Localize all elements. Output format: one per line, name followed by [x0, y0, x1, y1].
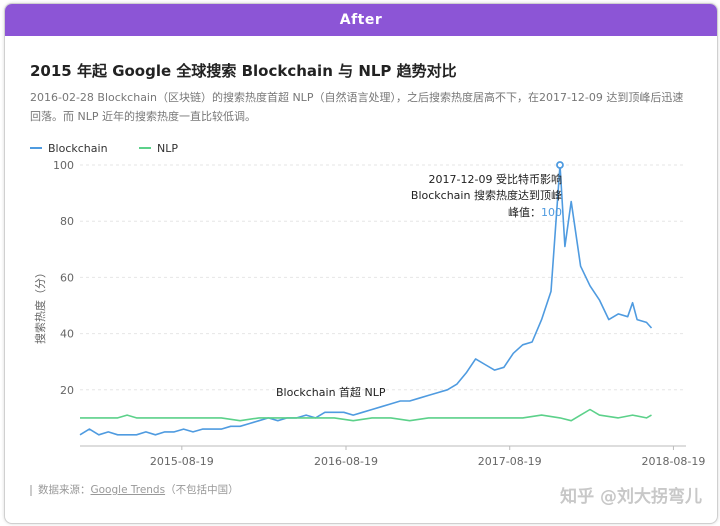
source-prefix: 数据来源：: [38, 484, 91, 496]
y-tick-label: 60: [60, 271, 74, 284]
y-tick-label: 100: [53, 159, 74, 172]
x-tick-label: 2018-08-19: [641, 455, 705, 468]
source-suffix: （不包括中国）: [165, 484, 239, 496]
annotation-peak-value: 峰值：100: [508, 206, 562, 219]
annotation-first-cross: Blockchain 首超 NLP: [276, 385, 386, 399]
y-tick-label: 40: [60, 328, 74, 341]
y-tick-label: 20: [60, 384, 74, 397]
source-divider: [30, 484, 32, 496]
peak-value-number: 100: [541, 206, 562, 219]
data-source: 数据来源：Google Trends（不包括中国）: [30, 482, 239, 497]
y-axis-label: 搜索热度（分）: [33, 267, 47, 344]
trend-chart: 20 40 60 80 100 2015-08-19 2016-08-19 2017-08-1…: [33, 159, 705, 468]
peak-marker: [556, 161, 564, 169]
x-tick-label: 2016-08-19: [314, 455, 378, 468]
y-tick-label: 80: [60, 215, 74, 228]
annotation-peak-line2: Blockchain 搜索热度达到顶峰: [411, 188, 562, 202]
peak-value-prefix: 峰值：: [508, 206, 541, 219]
watermark: 知乎 @刘大拐弯儿: [560, 487, 702, 507]
x-tick-label: 2017-08-19: [478, 455, 542, 468]
annotation-peak-line1: 2017-12-09 受比特币影响: [429, 172, 562, 186]
source-link[interactable]: Google Trends: [91, 484, 166, 496]
x-tick-label: 2015-08-19: [150, 455, 214, 468]
